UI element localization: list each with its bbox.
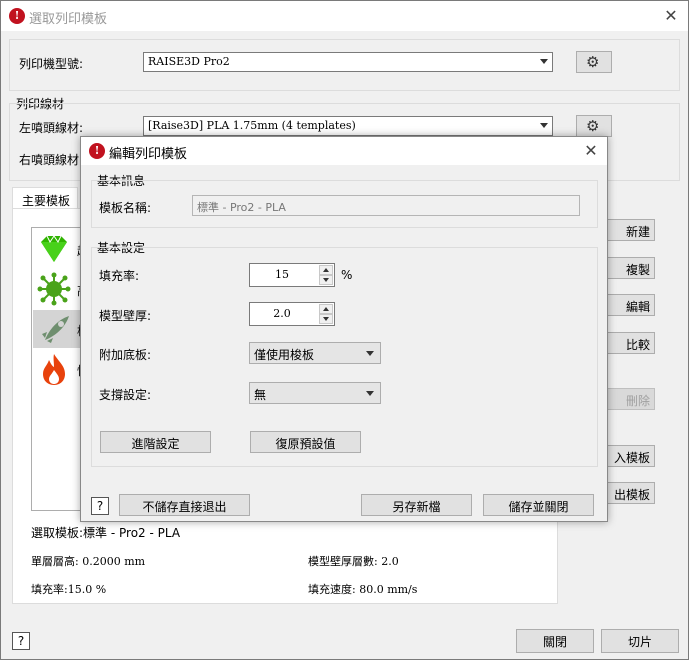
app-icon: !: [89, 143, 105, 159]
close-button[interactable]: 關閉: [516, 629, 594, 653]
printer-model-label: 列印機型號:: [19, 57, 84, 71]
infill-text: 填充率:15.0 %: [31, 583, 107, 596]
export-template-label: 出模板: [613, 488, 650, 502]
advanced-settings-label: 進階設定: [131, 437, 180, 451]
save-and-close-button[interactable]: 儲存並關閉: [483, 494, 594, 516]
slice-button-label: 切片: [627, 635, 652, 649]
left-filament-label: 左噴頭線材:: [19, 121, 84, 135]
slice-button[interactable]: 切片: [601, 629, 679, 653]
infill-speed-text: 填充速度: 80.0 mm/s: [308, 583, 418, 596]
filament-settings-button[interactable]: ⚙: [576, 115, 612, 137]
printer-model-value: RAISE3D Pro2: [148, 55, 230, 68]
edit-template-dialog: ! 編輯列印模板 ✕ 基本訊息 模板名稱: 標準 - Pro2 - PLA 基本…: [80, 136, 608, 522]
rocket-icon: [42, 316, 69, 343]
raft-select[interactable]: 僅使用梭板: [249, 342, 381, 364]
new-template-label: 新建: [625, 225, 650, 239]
infill-value: 15: [275, 268, 289, 281]
infill-label: 填充率:: [99, 269, 140, 283]
template-list[interactable]: 超 高 標: [31, 227, 89, 511]
list-item[interactable]: 高: [37, 272, 89, 309]
fire-icon: [43, 354, 65, 385]
selected-template-text: 選取模板:標準 - Pro2 - PLA: [31, 526, 181, 540]
gear-icon: ⚙: [586, 53, 600, 71]
dialog-title-bar: ! 編輯列印模板 ✕: [81, 137, 607, 165]
tab-main-template[interactable]: 主要模板: [12, 187, 78, 210]
list-item[interactable]: 快: [37, 352, 89, 389]
copy-template-label: 複製: [625, 263, 650, 277]
left-filament-select[interactable]: [Raise3D] PLA 1.75mm (4 templates): [143, 116, 553, 136]
chevron-down-icon: [366, 391, 374, 396]
close-button-label: 關閉: [542, 635, 567, 649]
gear-icon: ⚙: [586, 117, 600, 135]
import-template-label: 入模板: [613, 451, 650, 465]
template-name-label: 模板名稱:: [99, 201, 152, 215]
reset-defaults-button[interactable]: 復原預設值: [250, 431, 361, 453]
exit-without-save-label: 不儲存直接退出: [142, 500, 227, 514]
support-value: 無: [254, 388, 267, 402]
layer-height-text: 單層層高: 0.2000 mm: [31, 555, 146, 568]
help-button[interactable]: ?: [12, 632, 30, 650]
save-and-close-label: 儲存並關閉: [508, 500, 569, 514]
right-filament-label: 右噴頭線材:: [19, 153, 84, 167]
edit-template-label: 編輯: [625, 300, 650, 314]
wall-label: 模型壁厚:: [99, 309, 152, 323]
close-icon[interactable]: ✕: [583, 143, 599, 159]
list-item[interactable]: 超: [37, 234, 89, 267]
tab-main-template-label: 主要模板: [22, 194, 71, 208]
printer-model-select[interactable]: RAISE3D Pro2: [143, 52, 553, 72]
wall-stepper[interactable]: 2.0: [249, 302, 335, 326]
help-button[interactable]: ?: [91, 497, 109, 515]
close-icon[interactable]: ✕: [663, 8, 679, 24]
infill-stepper[interactable]: 15: [249, 263, 335, 287]
delete-template-label: 刪除: [625, 394, 650, 408]
stepper-up-icon[interactable]: [319, 304, 333, 314]
list-item[interactable]: 標: [33, 310, 89, 348]
reset-defaults-label: 復原預設值: [275, 437, 336, 451]
save-as-new-label: 另存新檔: [392, 500, 441, 514]
raft-label: 附加底板:: [99, 348, 152, 362]
support-label: 支撐設定:: [99, 388, 152, 402]
title-bar: ! 選取列印模板 ✕: [1, 1, 688, 31]
wall-layers-text: 模型壁厚層數: 2.0: [308, 555, 399, 568]
infill-unit: %: [341, 268, 353, 282]
template-name-field[interactable]: 標準 - Pro2 - PLA: [192, 195, 580, 216]
app-icon: !: [9, 8, 25, 24]
printer-settings-button[interactable]: ⚙: [576, 51, 612, 73]
save-as-new-button[interactable]: 另存新檔: [361, 494, 472, 516]
support-select[interactable]: 無: [249, 382, 381, 404]
gem-icon: [41, 235, 67, 262]
left-filament-value: [Raise3D] PLA 1.75mm (4 templates): [148, 119, 356, 132]
chevron-down-icon: [540, 123, 548, 128]
chevron-down-icon: [366, 351, 374, 356]
wall-value: 2.0: [273, 307, 291, 320]
compare-template-label: 比較: [625, 338, 650, 352]
chevron-down-icon: [540, 59, 548, 64]
window-title: 選取列印模板: [29, 12, 108, 27]
raft-value: 僅使用梭板: [254, 348, 315, 362]
stepper-down-icon[interactable]: [319, 314, 333, 324]
stepper-down-icon[interactable]: [319, 275, 333, 285]
virus-icon: [37, 272, 71, 306]
template-name-value: 標準 - Pro2 - PLA: [197, 201, 286, 214]
dialog-title: 編輯列印模板: [109, 147, 188, 162]
stepper-up-icon[interactable]: [319, 265, 333, 275]
advanced-settings-button[interactable]: 進階設定: [100, 431, 211, 453]
exit-without-save-button[interactable]: 不儲存直接退出: [119, 494, 250, 516]
